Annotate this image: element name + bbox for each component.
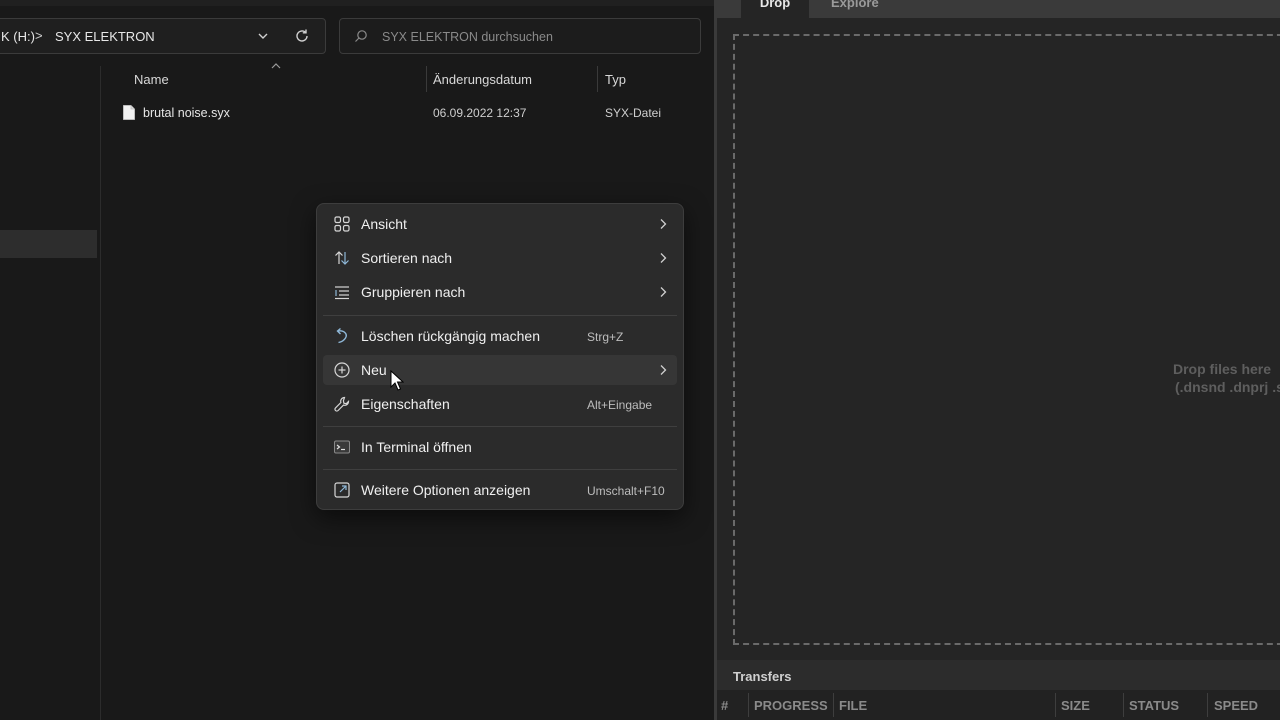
menu-item-undo-delete[interactable]: Löschen rückgängig machen Strg+Z [323, 321, 677, 351]
search-icon [355, 30, 367, 42]
menu-item-ansicht[interactable]: Ansicht [323, 209, 677, 239]
column-divider[interactable] [1207, 693, 1208, 717]
breadcrumb-separator[interactable]: > [35, 28, 43, 43]
menu-item-eigenschaften[interactable]: Eigenschaften Alt+Eingabe [323, 389, 677, 419]
file-name: brutal noise.syx [143, 106, 230, 120]
mouse-pointer-icon [390, 370, 404, 391]
breadcrumb-drive[interactable]: K (H:) [1, 29, 35, 44]
menu-item-label: Gruppieren nach [361, 284, 466, 300]
menu-item-neu[interactable]: Neu [323, 355, 677, 385]
breadcrumb-folder[interactable]: SYX ELEKTRON [55, 29, 155, 44]
terminal-icon [334, 440, 350, 454]
document-icon [123, 105, 135, 120]
address-bar[interactable]: K (H:) > SYX ELEKTRON [0, 18, 326, 54]
menu-item-label: Weitere Optionen anzeigen [361, 482, 531, 498]
column-divider[interactable] [426, 66, 427, 92]
menu-item-label: In Terminal öffnen [361, 439, 472, 455]
refresh-icon[interactable] [293, 27, 311, 45]
wrench-icon [334, 396, 350, 412]
transfers-title: Transfers [733, 669, 792, 684]
chevron-down-icon[interactable] [255, 28, 271, 44]
chevron-right-icon [660, 287, 667, 297]
menu-item-more-options[interactable]: Weitere Optionen anzeigen Umschalt+F10 [323, 475, 677, 505]
column-divider[interactable] [748, 693, 749, 717]
column-divider[interactable] [1055, 693, 1056, 717]
file-type: SYX-Datei [605, 106, 662, 120]
explorer-toolbar-edge [0, 0, 714, 6]
menu-separator [323, 315, 677, 316]
column-divider[interactable] [833, 693, 834, 717]
column-header-progress[interactable]: PROGRESS [754, 698, 828, 713]
open-external-icon [334, 482, 350, 498]
transfer-app-window: Drop Explore Drop files here (.dnsnd .dn… [717, 0, 1280, 720]
tab-explore[interactable]: Explore [831, 0, 911, 18]
undo-icon [336, 327, 347, 344]
file-date: 06.09.2022 12:37 [433, 106, 527, 120]
search-box[interactable] [339, 18, 701, 54]
column-header-index[interactable]: # [721, 698, 728, 713]
sort-icon [335, 251, 349, 265]
nav-selected-item[interactable] [0, 230, 97, 258]
grid-view-icon [334, 216, 350, 232]
menu-item-terminal[interactable]: In Terminal öffnen [323, 432, 677, 462]
menu-separator [323, 426, 677, 427]
column-header-speed[interactable]: SPEED [1214, 698, 1258, 713]
sort-ascending-icon [271, 63, 281, 69]
menu-item-sortieren[interactable]: Sortieren nach [323, 243, 677, 273]
menu-item-gruppieren[interactable]: Gruppieren nach [323, 277, 677, 307]
drop-zone-subtitle: (.dnsnd .dnprj .syx [1175, 379, 1280, 395]
column-header-type[interactable]: Typ [605, 72, 626, 87]
file-row[interactable]: brutal noise.syx 06.09.2022 12:37 SYX-Da… [112, 100, 702, 126]
menu-item-label: Neu [361, 362, 387, 378]
group-list-icon [335, 286, 349, 300]
menu-item-label: Eigenschaften [361, 396, 450, 412]
chevron-right-icon [660, 365, 667, 375]
column-divider[interactable] [1123, 693, 1124, 717]
column-header-name[interactable]: Name [134, 72, 169, 87]
drop-zone[interactable]: Drop files here (.dnsnd .dnprj .syx [733, 34, 1280, 645]
context-menu: Ansicht Sortieren nach Gruppieren nach L… [316, 203, 684, 510]
menu-item-label: Löschen rückgängig machen [361, 328, 541, 344]
column-header-status[interactable]: STATUS [1129, 698, 1179, 713]
menu-item-label: Ansicht [361, 216, 407, 232]
column-divider[interactable] [597, 66, 598, 92]
drop-zone-title: Drop files here [1173, 361, 1272, 377]
column-header-file[interactable]: FILE [839, 698, 867, 713]
column-header-date[interactable]: Änderungsdatum [433, 72, 532, 87]
add-circle-icon [334, 362, 350, 378]
screen: K (H:) > SYX ELEKTRON Name Än [0, 0, 1280, 720]
search-input[interactable] [382, 28, 682, 46]
chevron-right-icon [660, 253, 667, 263]
menu-item-shortcut: Umschalt+F10 [587, 484, 665, 498]
tab-bar: Drop Explore [717, 0, 1280, 18]
menu-item-shortcut: Alt+Eingabe [587, 398, 653, 412]
column-header-size[interactable]: SIZE [1061, 698, 1090, 713]
menu-item-label: Sortieren nach [361, 250, 453, 266]
navigation-pane[interactable] [0, 66, 101, 720]
file-explorer-window: K (H:) > SYX ELEKTRON Name Än [0, 0, 714, 720]
transfers-header [717, 660, 1280, 690]
menu-separator [323, 469, 677, 470]
chevron-right-icon [660, 219, 667, 229]
tab-drop[interactable]: Drop [741, 0, 809, 18]
menu-item-shortcut: Strg+Z [587, 330, 624, 344]
